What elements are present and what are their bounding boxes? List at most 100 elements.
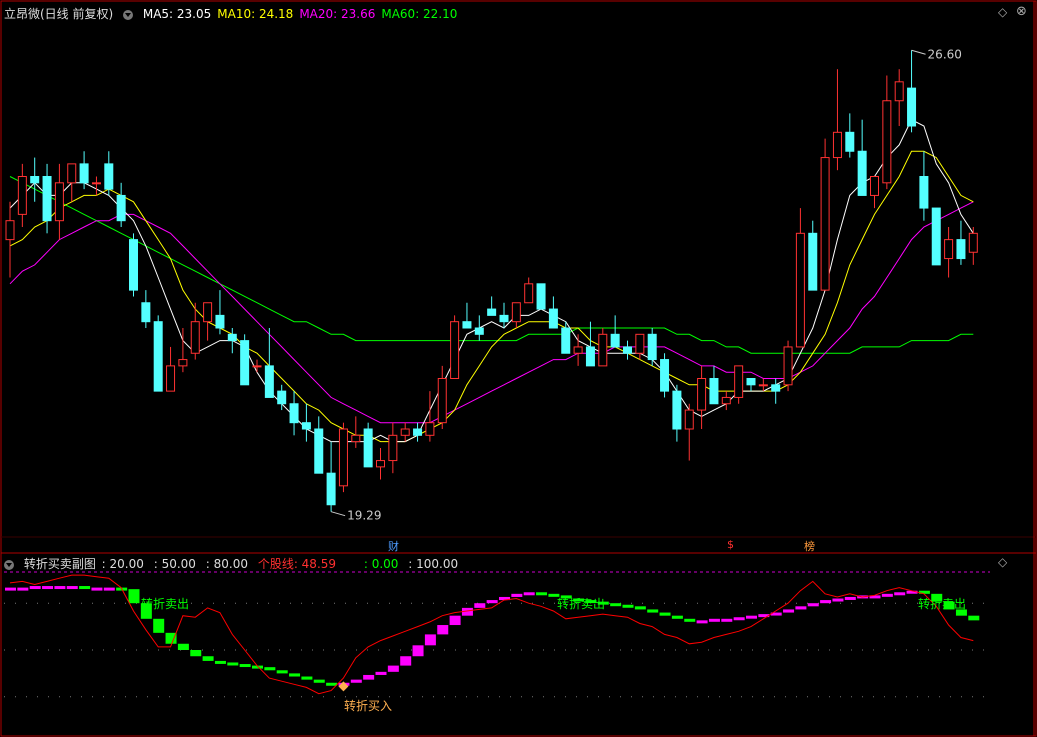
oscillator-bar [326,682,338,686]
candle-body [882,100,892,184]
candle-body [746,378,756,386]
param-80: : 80.00 [205,557,248,571]
oscillator-bar [881,593,893,597]
candle-body [30,176,40,184]
dividend-tag[interactable]: $ [727,538,734,551]
diamond-icon[interactable]: ◇ [998,5,1007,19]
candle-body [351,434,361,443]
candle-body [894,81,904,102]
ma-legend-item: MA20: 23.66 [299,7,376,21]
signal-sell-1: 转折卖出 [141,597,190,611]
oscillator-bar [375,671,387,675]
oscillator-bar [536,592,548,596]
oscillator-bar [202,656,214,661]
oscillator-bar [412,645,424,657]
oscillator-bar [746,615,757,619]
candle-body [203,302,213,323]
candle-body [17,176,27,215]
candle-body [54,182,64,222]
candle-body [536,283,546,310]
candle-body [190,321,200,354]
oscillator-bar [610,603,622,607]
candle-body [141,302,151,323]
candle-body [647,333,657,361]
candle-body [832,131,842,159]
oscillator-bar [832,598,844,602]
oscillator-bar [659,612,671,616]
oscillator-bar [708,618,720,622]
candle-body [944,239,954,260]
oscillator-bar [177,643,189,650]
candle-body [758,384,768,387]
candle-body [79,163,89,184]
candle-body [548,308,558,329]
oscillator-bar [363,674,375,680]
oscillator-bar [820,600,832,604]
high-price-label: 26.60 [928,47,962,61]
candle-body [252,365,262,368]
candle-body [598,333,608,367]
oscillator-bar [66,586,78,590]
oscillator-bar [313,679,325,683]
oscillator-bar [622,604,634,608]
oscillator-bar [437,625,449,635]
candle-body [166,365,176,392]
extra-value-0: : 0.00 [363,557,399,571]
oscillator-bar [634,606,646,610]
dropdown-toggle-icon[interactable] [123,9,134,20]
candle-body [425,422,435,436]
billboard-tag[interactable]: 榜 [804,538,815,554]
oscillator-bar [474,603,486,608]
oscillator-bar [214,660,226,664]
oscillator-bar [239,664,251,668]
subpanel-diamond-icon[interactable]: ◇ [998,555,1007,569]
oscillator-bar [968,615,980,621]
candle-body [585,346,595,367]
candle-body [5,220,15,241]
main-header: 立昂微(日线 前复权) MA5: 23.05 MA10: 24.18 MA20: 2… [4,5,469,22]
oscillator-bar [783,609,795,613]
candle-body [462,321,472,329]
oscillator-bar [486,600,498,604]
oscillator-bar [733,617,745,621]
candle-body [227,333,237,342]
oscillator-bar [684,618,696,622]
candle-body [709,378,719,405]
candle-body [635,333,645,354]
oscillator-bar [42,586,54,590]
candle-body [116,194,126,222]
oscillator-bar [5,587,16,591]
candle-body [623,346,632,354]
candlestick-chart[interactable]: 26.60 19.29 [0,0,1037,737]
candle-body [388,434,398,462]
candle-body [400,428,410,436]
candle-body [956,239,966,260]
candle-body [301,422,311,430]
candle-body [820,157,830,291]
subpanel-toggle-icon[interactable] [4,559,14,570]
candle-body [129,239,138,291]
candle-body [734,365,744,398]
oscillator-bar [523,592,535,596]
candle-body [771,384,781,392]
candle-body [919,176,929,209]
oscillator-bar [696,620,708,624]
candle-body [264,365,274,398]
candle-body [511,302,521,323]
collapse-icon[interactable]: ⊗ [1016,4,1027,19]
candle-body [363,428,373,468]
candle-body [907,87,917,127]
oscillator-bar [79,586,91,590]
oscillator-bar [721,618,733,622]
oscillator-bar [647,609,659,613]
financial-report-tag[interactable]: 财 [388,538,399,554]
ma-legend-item: MA10: 24.18 [217,7,294,21]
candle-body [104,163,114,190]
oscillator-bar [424,634,436,646]
sub-title: 转折买卖副图 [23,557,96,571]
oscillator-bar [844,596,856,600]
candle-body [450,321,460,379]
candle-body [314,428,324,474]
oscillator-bar [387,665,399,672]
candle-body [684,409,694,430]
